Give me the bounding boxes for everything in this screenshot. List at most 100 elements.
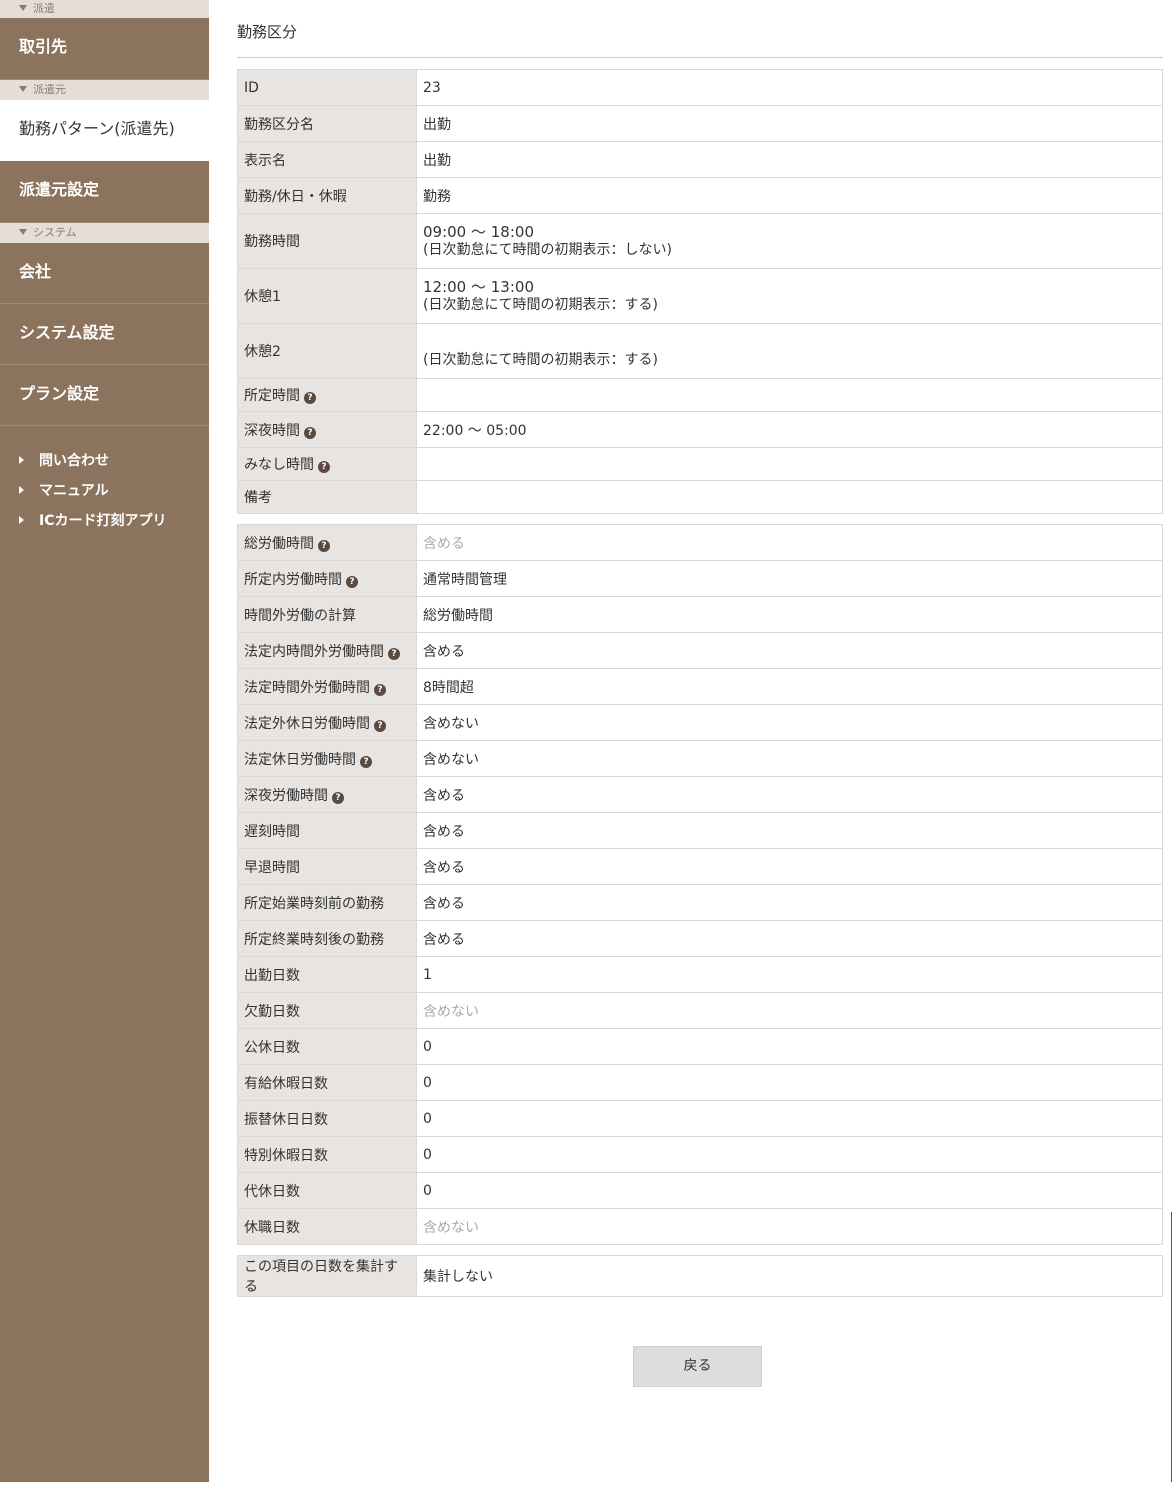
row-value: 0	[416, 1028, 1163, 1065]
time-range: 09:00 ～ 18:00	[423, 222, 534, 241]
row-label-text: 休憩2	[244, 344, 281, 360]
row-value-text: 含める	[423, 931, 465, 948]
row-label-text: 早退時間	[244, 859, 300, 876]
row-value-text: 含めない	[423, 715, 479, 732]
scroll-edge-line	[1171, 1212, 1172, 1482]
section-header-haken: 派遣	[0, 0, 209, 18]
table-row: 出勤日数 1	[237, 956, 1163, 993]
row-value: 含める	[416, 524, 1163, 561]
sidebar-bottom-strip	[0, 1482, 209, 1493]
row-value: 8時間超	[416, 668, 1163, 705]
row-value: 集計しない	[416, 1255, 1163, 1297]
nav-item-system-settings[interactable]: システム設定	[0, 304, 209, 365]
row-value: 総労働時間	[416, 596, 1163, 633]
row-label: ID	[237, 69, 417, 106]
row-label-text: 所定内労働時間	[244, 571, 342, 588]
row-value-text: 含める	[423, 787, 465, 804]
row-value: 0	[416, 1136, 1163, 1173]
question-circle-icon[interactable]: ?	[346, 575, 358, 588]
row-value-text: 含めない	[423, 1003, 479, 1020]
section-header-hakenmoto: 派遣元	[0, 80, 209, 100]
row-value: 含めない	[416, 740, 1163, 777]
row-label-text: 勤務区分名	[244, 116, 314, 133]
nav-item-clients[interactable]: 取引先	[0, 18, 209, 80]
row-value-text: 含める	[423, 895, 465, 912]
caret-right-icon	[19, 456, 24, 464]
row-label: 深夜労働時間?	[237, 776, 417, 813]
table-row: 勤務/休日・休暇 勤務	[237, 177, 1163, 214]
row-label-text: 深夜時間	[244, 422, 300, 439]
question-circle-icon[interactable]: ?	[318, 461, 330, 473]
table-row: 欠勤日数 含めない	[237, 992, 1163, 1029]
link-ic-card-app[interactable]: ICカード打刻アプリ	[0, 506, 209, 536]
initial-display-note: (日次勤怠にて時間の初期表示：する)	[423, 296, 658, 313]
back-button[interactable]: 戻る	[633, 1346, 762, 1387]
row-value-text: 出勤	[423, 116, 451, 133]
table-row: 代休日数 0	[237, 1172, 1163, 1209]
question-circle-icon[interactable]: ?	[304, 426, 316, 439]
row-label: 休憩2	[237, 323, 417, 379]
row-value: 含める	[416, 884, 1163, 921]
question-circle-icon[interactable]: ?	[388, 647, 400, 660]
row-value: 22:00 ～ 05:00	[416, 411, 1163, 448]
row-value-text: 勤務	[423, 188, 451, 205]
question-circle-icon[interactable]: ?	[318, 539, 330, 552]
row-label: 所定始業時刻前の勤務	[237, 884, 417, 921]
table-row: 休職日数 含めない	[237, 1208, 1163, 1245]
question-circle-icon[interactable]: ?	[332, 791, 344, 804]
row-label: 深夜時間?	[237, 411, 417, 448]
caret-right-icon	[19, 516, 24, 524]
row-label-text: 休憩1	[244, 289, 281, 305]
table-row: ID 23	[237, 69, 1163, 106]
table-row: 深夜時間? 22:00 ～ 05:00	[237, 411, 1163, 448]
table-row: 所定時間?	[237, 378, 1163, 412]
row-value-text: 0	[423, 1110, 432, 1127]
table-row: 有給休暇日数 0	[237, 1064, 1163, 1101]
row-label: 休憩1	[237, 268, 417, 324]
table-row: 休憩2 (日次勤怠にて時間の初期表示：する)	[237, 323, 1163, 379]
row-value-text: 含める	[423, 535, 465, 552]
link-contact[interactable]: 問い合わせ	[0, 446, 209, 476]
row-value-text: 含める	[423, 859, 465, 876]
row-value: 0	[416, 1172, 1163, 1209]
row-label: 所定内労働時間?	[237, 560, 417, 597]
row-label: 備考	[237, 480, 417, 514]
day-count-body: この項目の日数を集計する 集計しない	[237, 1255, 1163, 1297]
link-manual[interactable]: マニュアル	[0, 476, 209, 506]
row-label: 総労働時間?	[237, 524, 417, 561]
nav-item-work-pattern[interactable]: 勤務パターン(派遣先)	[0, 100, 209, 161]
basic-info-table: ID 23 勤務区分名 出勤 表示名 出勤 勤務/休日・休暇 勤務 勤務時間 09:00 ～ 18…	[237, 69, 1163, 514]
row-label: 法定外休日労働時間?	[237, 704, 417, 741]
question-circle-icon[interactable]: ?	[360, 755, 372, 768]
row-value: 含める	[416, 632, 1163, 669]
row-value: 含めない	[416, 1208, 1163, 1245]
nav-item-company[interactable]: 会社	[0, 243, 209, 304]
table-row: 所定始業時刻前の勤務 含める	[237, 884, 1163, 921]
main-content: 勤務区分 ID 23 勤務区分名 出勤 表示名 出勤 勤務/休日・休暇 勤務 勤務時間 09:00…	[237, 0, 1163, 1297]
question-circle-icon[interactable]: ?	[374, 719, 386, 732]
question-circle-icon[interactable]: ?	[374, 683, 386, 696]
table-row: みなし時間?	[237, 447, 1163, 481]
question-circle-icon[interactable]: ?	[304, 392, 316, 404]
table-row: この項目の日数を集計する 集計しない	[237, 1255, 1163, 1297]
page-title: 勤務区分	[237, 0, 1163, 58]
row-label-text: 欠勤日数	[244, 1003, 300, 1020]
row-value-text: 含めない	[423, 1219, 479, 1236]
time-range: 12:00 ～ 13:00	[423, 277, 534, 296]
sidebar-links: 問い合わせ マニュアル ICカード打刻アプリ	[0, 426, 209, 536]
row-label-text: ID	[244, 79, 259, 96]
row-label: 振替休日日数	[237, 1100, 417, 1137]
row-value: 通常時間管理	[416, 560, 1163, 597]
row-label-text: 振替休日日数	[244, 1111, 328, 1128]
initial-display-note: (日次勤怠にて時間の初期表示：する)	[423, 351, 658, 368]
nav-item-plan-settings[interactable]: プラン設定	[0, 365, 209, 426]
nav-item-hakenmoto-settings[interactable]: 派遣元設定	[0, 161, 209, 223]
row-value-text: 22:00 ～ 05:00	[423, 422, 527, 439]
row-value-text: 0	[423, 1146, 432, 1163]
row-value: 0	[416, 1064, 1163, 1101]
row-value-text: 含めない	[423, 751, 479, 768]
row-value-text: 通常時間管理	[423, 571, 507, 588]
table-row: 表示名 出勤	[237, 141, 1163, 178]
row-value: 出勤	[416, 105, 1163, 142]
caret-down-icon	[19, 86, 27, 92]
